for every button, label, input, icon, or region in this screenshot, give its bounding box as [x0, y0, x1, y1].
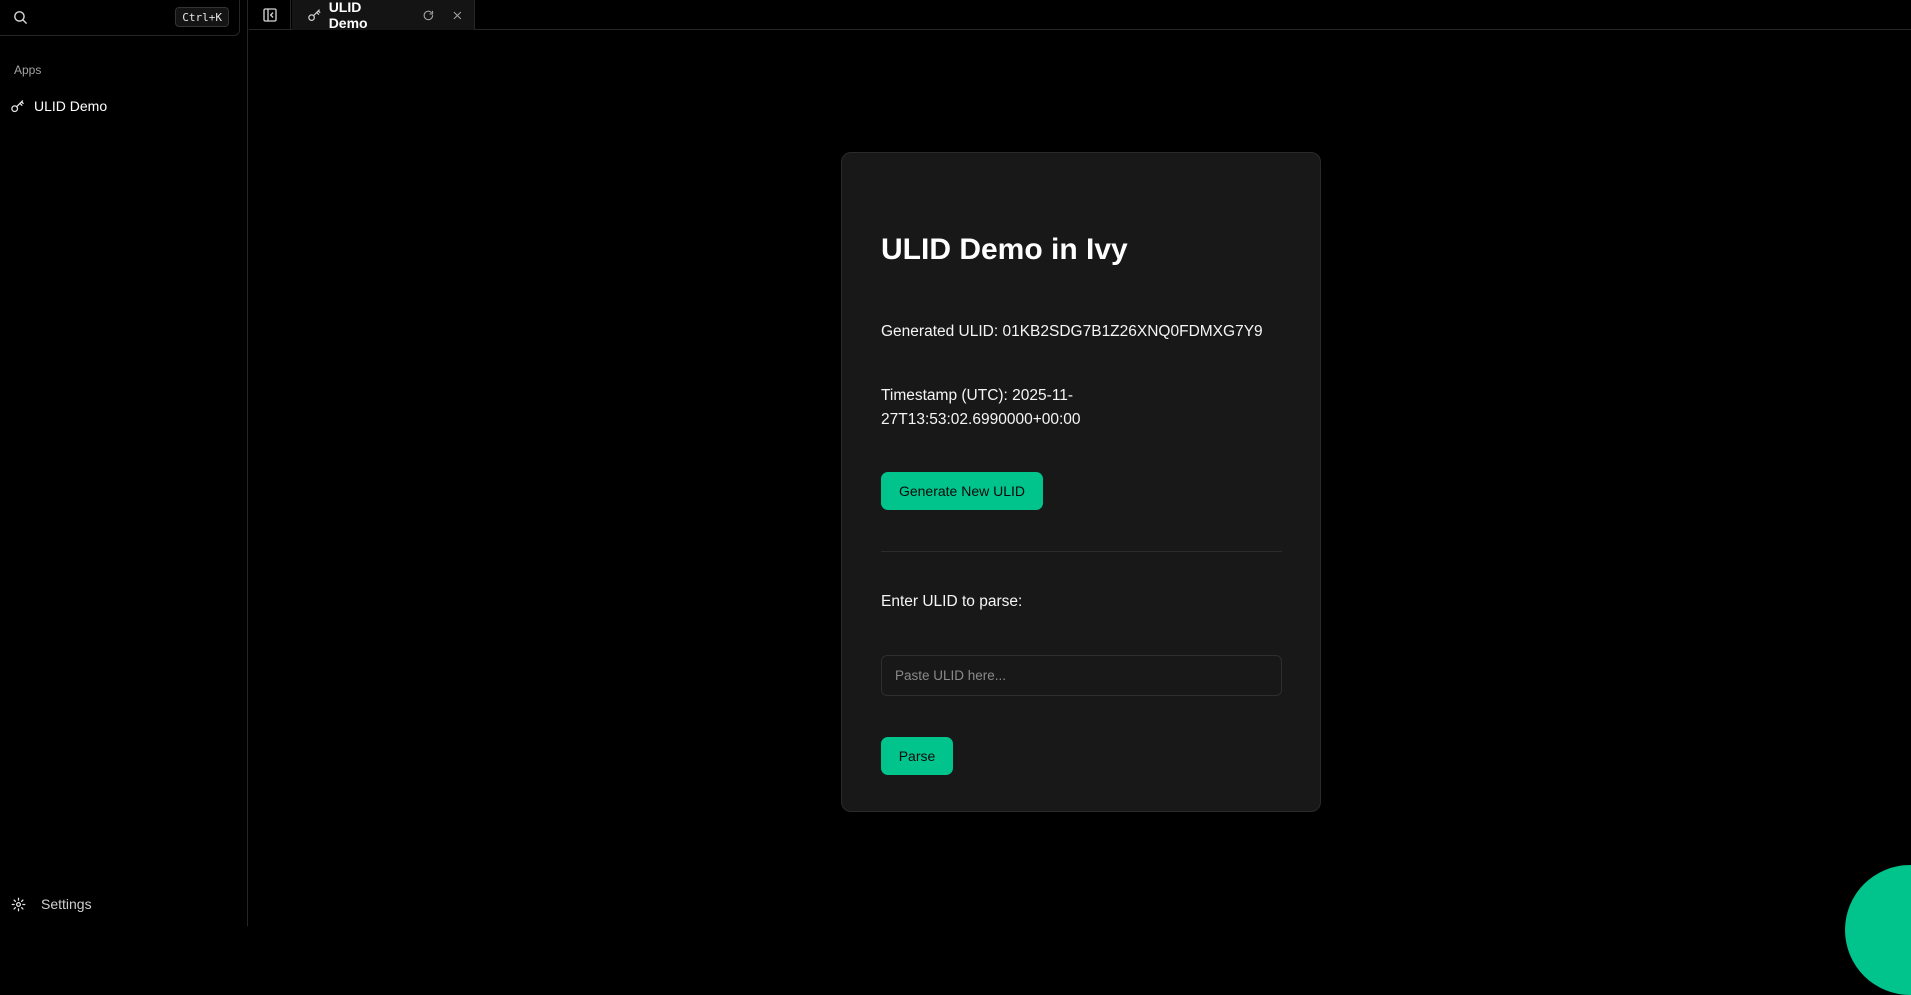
floating-action-button[interactable] — [1845, 865, 1911, 995]
settings-label: Settings — [41, 896, 92, 912]
search-box[interactable]: Ctrl+K — [0, 0, 240, 36]
settings-button[interactable]: Settings — [11, 896, 92, 912]
gear-icon — [11, 897, 26, 911]
ulid-input[interactable] — [881, 655, 1282, 696]
sidebar-item-label: ULID Demo — [34, 98, 108, 114]
page-title: ULID Demo in Ivy — [881, 233, 1128, 266]
tab-label: ULID Demo — [328, 0, 368, 31]
generate-new-ulid-button[interactable]: Generate New ULID — [881, 472, 1043, 510]
generated-ulid-text: Generated ULID: 01KB2SDG7B1Z26XNQ0FDMXG7… — [881, 323, 1263, 340]
sidebar-toggle-icon — [262, 8, 277, 22]
timestamp-text: Timestamp (UTC): 2025-11-27T13:53:02.699… — [881, 387, 1081, 428]
section-label-apps: Apps — [14, 63, 42, 77]
enter-ulid-label: Enter ULID to parse: — [881, 593, 1023, 610]
tab-bar: ULID Demo — [249, 0, 1911, 31]
search-icon — [14, 11, 27, 24]
key-icon — [11, 99, 24, 112]
ulid-demo-card: ULID Demo in Ivy Generated ULID: 01KB2SD… — [841, 152, 1321, 812]
sidebar-toggle-button[interactable] — [249, 0, 291, 30]
sidebar-item-ulid-demo[interactable]: ULID Demo — [10, 96, 238, 116]
close-icon[interactable] — [451, 9, 464, 22]
sidebar: Ctrl+K Apps ULID Demo Settings — [0, 0, 248, 926]
key-icon — [308, 8, 321, 21]
search-shortcut: Ctrl+K — [175, 7, 229, 27]
parse-button[interactable]: Parse — [881, 737, 953, 775]
refresh-icon[interactable] — [422, 9, 435, 22]
tab-ulid-demo[interactable]: ULID Demo — [292, 0, 475, 31]
divider — [881, 551, 1282, 552]
